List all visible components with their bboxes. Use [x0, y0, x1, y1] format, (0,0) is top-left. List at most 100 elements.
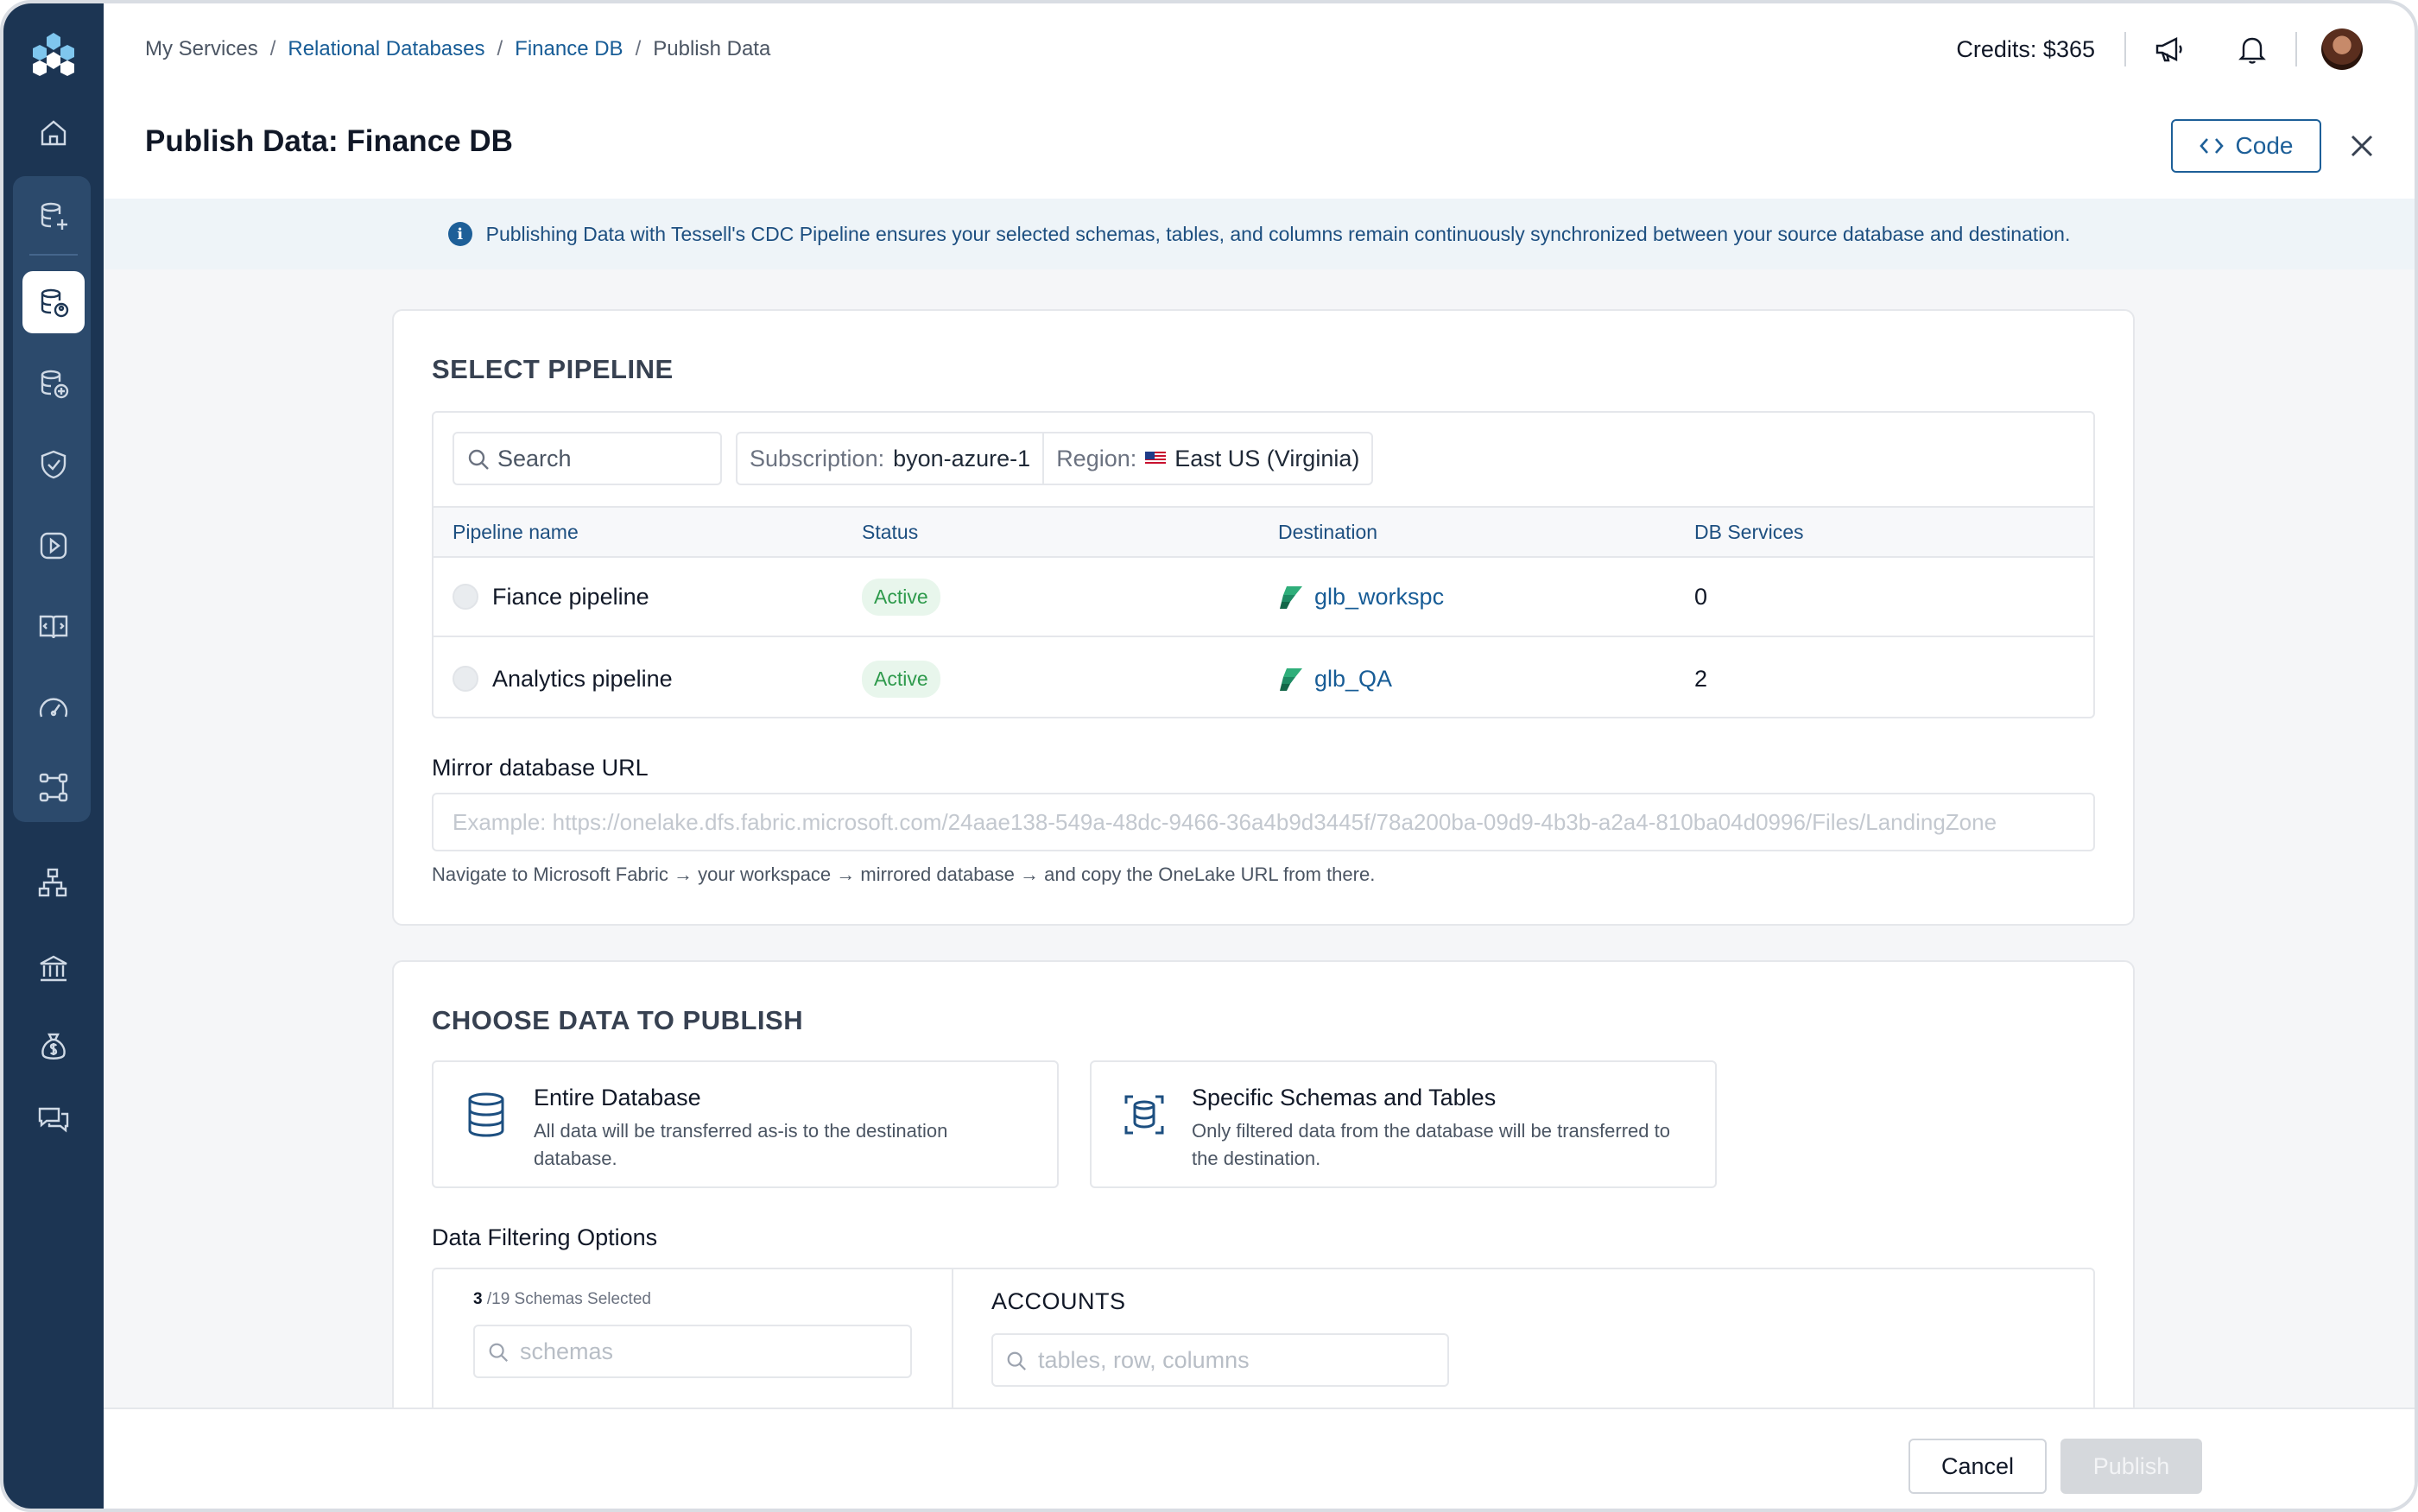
selected-count: 3: [473, 1290, 483, 1308]
cancel-button[interactable]: Cancel: [1908, 1439, 2047, 1494]
workflow-icon: [39, 773, 68, 802]
column-header-pipeline-name[interactable]: Pipeline name: [453, 508, 579, 556]
schemas-selected-count: 3 /19 Schemas Selected: [473, 1290, 651, 1309]
option-specific-schemas[interactable]: Specific Schemas and Tables Only filtere…: [1090, 1060, 1717, 1188]
nav-billing[interactable]: [22, 938, 85, 1000]
choose-data-card: CHOOSE DATA TO PUBLISH Entire Database A…: [392, 960, 2135, 1478]
tessell-logo-icon[interactable]: [29, 29, 78, 78]
region-filter[interactable]: Region: East US (Virginia): [1042, 433, 1371, 484]
nav-dataflix[interactable]: [22, 756, 85, 819]
nav-costs[interactable]: [22, 1015, 85, 1078]
section-title: SELECT PIPELINE: [432, 354, 674, 384]
data-filtering-label: Data Filtering Options: [432, 1224, 658, 1250]
breadcrumb-finance-db[interactable]: Finance DB: [515, 37, 623, 61]
breadcrumb-relational-databases[interactable]: Relational Databases: [288, 37, 484, 61]
code-book-icon: [39, 615, 68, 639]
nav-my-services[interactable]: [22, 271, 85, 333]
nav-dev-docs[interactable]: [22, 596, 85, 658]
nav-add-service[interactable]: [22, 352, 85, 414]
pipeline-table: Search Subscription: byon-azure-1 Region…: [432, 411, 2095, 718]
nav-playbooks[interactable]: [22, 515, 85, 577]
pipeline-name-cell: Fiance pipeline: [453, 558, 649, 636]
subscription-filter-value: byon-azure-1: [893, 445, 1031, 471]
notifications-button[interactable]: [2233, 30, 2271, 68]
nav-provision-db[interactable]: [22, 185, 85, 247]
breadcrumb-my-services[interactable]: My Services: [145, 37, 258, 61]
schemas-placeholder: schemas: [520, 1338, 614, 1364]
column-header-status[interactable]: Status: [862, 508, 918, 556]
close-icon[interactable]: [2345, 130, 2378, 162]
pipeline-search-input[interactable]: Search: [453, 432, 722, 485]
pipeline-name-cell: Analytics pipeline: [453, 639, 673, 718]
breadcrumb-separator: /: [635, 37, 642, 60]
topbar: My Services / Relational Databases / Fin…: [104, 3, 2415, 95]
footer: Cancel Publish: [104, 1408, 2415, 1509]
info-icon: i: [447, 222, 472, 246]
credits-display: Credits: $365: [1956, 35, 2095, 62]
code-button-label: Code: [2235, 132, 2294, 159]
megaphone-icon: [2155, 37, 2182, 62]
subscription-filter-key: Subscription:: [750, 445, 885, 471]
selected-total: /19 Schemas Selected: [486, 1290, 651, 1308]
table-row[interactable]: Fiance pipeline Active glb_workspc 0: [434, 558, 2093, 637]
database-plus-icon: [41, 370, 69, 399]
status-cell: Active: [862, 558, 940, 636]
search-placeholder: Search: [497, 445, 572, 471]
code-icon: [2199, 138, 2224, 154]
destination-link[interactable]: glb_QA: [1314, 666, 1392, 693]
select-pipeline-card: SELECT PIPELINE Search Subscription: byo…: [392, 309, 2135, 926]
database-scan-icon: [1124, 1095, 1164, 1135]
fabric-icon: [1280, 586, 1302, 609]
code-button[interactable]: Code: [2171, 119, 2321, 173]
app-window: My Services / Relational Databases / Fin…: [0, 0, 2418, 1512]
breadcrumb-separator: /: [497, 37, 503, 60]
mirror-url-input[interactable]: Example: https://onelake.dfs.fabric.micr…: [432, 793, 2095, 851]
info-banner-text: Publishing Data with Tessell's CDC Pipel…: [485, 222, 2071, 245]
bank-icon: [40, 955, 67, 982]
accounts-title: ACCOUNTS: [991, 1288, 1126, 1314]
database-add-icon: [41, 202, 67, 230]
bell-icon: [2238, 37, 2266, 64]
column-header-db-services[interactable]: DB Services: [1694, 508, 1804, 556]
db-services-cell: 2: [1694, 665, 1708, 692]
option-title: Specific Schemas and Tables: [1192, 1085, 1497, 1110]
option-title: Entire Database: [534, 1085, 701, 1110]
db-services-cell: 0: [1694, 583, 1708, 610]
nav-performance[interactable]: [22, 677, 85, 739]
search-icon: [489, 1343, 509, 1363]
announcements-button[interactable]: [2150, 30, 2188, 68]
nav-divider: [29, 254, 78, 256]
region-filter-value: East US (Virginia): [1174, 445, 1360, 471]
status-cell: Active: [862, 639, 940, 718]
pipeline-name: Analytics pipeline: [492, 665, 673, 692]
tables-placeholder: tables, row, columns: [1038, 1346, 1250, 1373]
nav-protection[interactable]: [22, 433, 85, 496]
page-title: Publish Data: Finance DB: [145, 124, 513, 158]
table-row[interactable]: Analytics pipeline Active glb_QA 2: [434, 639, 2093, 718]
avatar[interactable]: [2321, 28, 2363, 70]
play-icon: [40, 532, 67, 560]
publish-button[interactable]: Publish: [2060, 1439, 2202, 1494]
column-header-destination[interactable]: Destination: [1278, 508, 1377, 556]
tables-search-input[interactable]: tables, row, columns: [991, 1333, 1449, 1387]
schemas-search-input[interactable]: schemas: [473, 1325, 912, 1378]
breadcrumb-current: Publish Data: [653, 37, 771, 60]
us-flag-icon: [1145, 452, 1167, 465]
money-bag-icon: [41, 1033, 66, 1060]
nav-support[interactable]: [22, 1088, 85, 1150]
pipeline-radio[interactable]: [453, 584, 478, 610]
subscription-filter[interactable]: Subscription: byon-azure-1: [737, 433, 1042, 484]
divider: [2295, 32, 2297, 66]
nav-governance[interactable]: [22, 851, 85, 914]
database-user-icon: [41, 288, 69, 318]
hierarchy-icon: [38, 868, 67, 897]
option-entire-database[interactable]: Entire Database All data will be transfe…: [432, 1060, 1059, 1188]
nav-home[interactable]: [22, 102, 85, 164]
fabric-icon: [1280, 668, 1302, 691]
topbar-actions: Credits: $365: [1956, 3, 2363, 95]
table-header: Pipeline name Status Destination DB Serv…: [434, 506, 2093, 558]
shield-check-icon: [41, 450, 66, 479]
gauge-icon: [39, 698, 68, 718]
pipeline-radio[interactable]: [453, 666, 478, 692]
destination-link[interactable]: glb_workspc: [1314, 584, 1444, 610]
